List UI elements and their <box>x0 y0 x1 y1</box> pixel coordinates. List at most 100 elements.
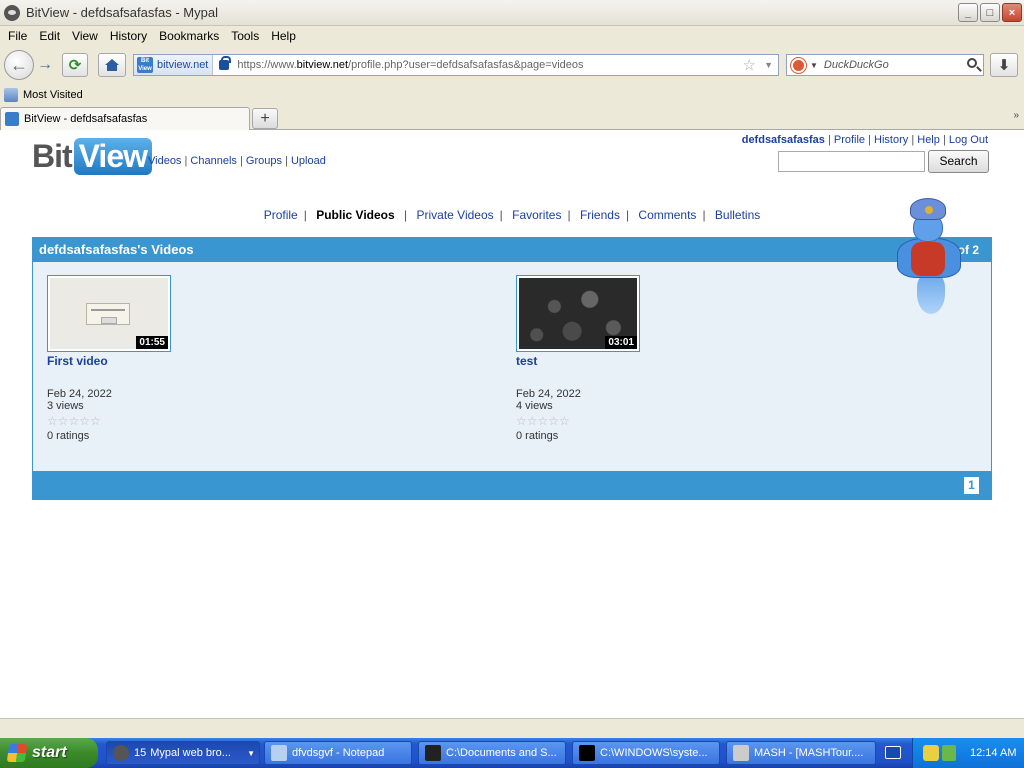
video-views: 4 views <box>516 400 553 412</box>
video-ratings: 0 ratings <box>47 430 90 442</box>
bitview-logo[interactable]: Bit View <box>32 134 152 178</box>
taskbar-item-mypal[interactable]: 15 Mypal web bro... ▼ <box>106 741 260 765</box>
windows-flag-icon <box>6 744 28 762</box>
videos-panel: defdsafsafasfas's Videos of 2 01:55 Firs… <box>32 237 992 500</box>
7zip-icon <box>425 745 441 761</box>
pager-page-1[interactable]: 1 <box>964 477 979 494</box>
menu-tools[interactable]: Tools <box>227 29 267 43</box>
start-button[interactable]: start <box>0 738 98 768</box>
search-icon[interactable] <box>967 58 977 68</box>
notepad-icon <box>271 745 287 761</box>
taskbar-item-cmd[interactable]: C:\WINDOWS\syste... <box>572 741 720 765</box>
back-arrow-icon: ← <box>10 54 28 75</box>
url-path: /profile.php?user=defdsafsafasfas&page=v… <box>348 59 584 71</box>
taskbar-item-notepad[interactable]: dfvdsgvf - Notepad <box>264 741 412 765</box>
command-prompt-icon <box>579 745 595 761</box>
nav-channels[interactable]: Channels <box>190 155 236 167</box>
logo-view: View <box>73 137 152 175</box>
reload-button[interactable]: ⟳ <box>62 53 88 77</box>
site-search-button[interactable]: Search <box>928 150 989 173</box>
nav-upload[interactable]: Upload <box>291 155 326 167</box>
video-title-link[interactable]: First video <box>47 354 267 368</box>
videos-header: defdsafsafasfas's Videos of 2 <box>33 238 991 262</box>
menu-file[interactable]: File <box>4 29 35 43</box>
most-visited-icon <box>4 88 18 102</box>
taskbar-item-7zip[interactable]: C:\Documents and S... <box>418 741 566 765</box>
rating-stars-icon: ☆☆☆☆☆ <box>516 414 570 428</box>
tab-bar: BitView - defdsafsafasfas + » <box>0 106 1024 130</box>
profile-tab-profile[interactable]: Profile <box>264 208 298 222</box>
user-nav-help[interactable]: Help <box>917 134 940 146</box>
profile-tab-favorites[interactable]: Favorites <box>512 208 561 222</box>
profile-tab-friends[interactable]: Friends <box>580 208 620 222</box>
task-group-count: 15 <box>134 747 147 759</box>
username-link[interactable]: defdsafsafasfas <box>742 134 825 146</box>
video-views: 3 views <box>47 400 84 412</box>
tab-bitview[interactable]: BitView - defdsafsafasfas <box>0 107 250 130</box>
video-item: 03:01 test Feb 24, 2022 4 views ☆☆☆☆☆ 0 … <box>516 275 736 442</box>
tray-star-icon[interactable] <box>923 745 939 761</box>
search-engine-dropdown-icon[interactable]: ▼ <box>810 61 818 70</box>
download-arrow-icon: ⬇ <box>997 57 1011 74</box>
lock-icon <box>219 56 232 70</box>
chevron-down-icon: ▼ <box>247 748 255 758</box>
search-placeholder: DuckDuckGo <box>823 59 889 71</box>
menu-history[interactable]: History <box>106 29 155 43</box>
home-button[interactable] <box>98 53 126 77</box>
genie-mascot-icon[interactable] <box>893 198 965 316</box>
video-thumbnail[interactable]: 01:55 <box>47 275 171 352</box>
nav-videos[interactable]: Videos <box>148 155 181 167</box>
home-icon <box>105 59 119 71</box>
back-button[interactable]: ← <box>4 50 34 80</box>
bookmark-star-icon[interactable]: ☆ <box>743 56 756 74</box>
user-nav-history[interactable]: History <box>874 134 908 146</box>
new-tab-button[interactable]: + <box>252 108 278 129</box>
user-nav-logout[interactable]: Log Out <box>949 134 988 146</box>
navigation-toolbar: ← → ⟳ Bit View bitview.net https://www.b… <box>0 46 1024 84</box>
nav-groups[interactable]: Groups <box>246 155 282 167</box>
url-domain: bitview.net <box>296 59 349 71</box>
forward-button[interactable]: → <box>34 55 56 75</box>
video-ratings: 0 ratings <box>516 430 559 442</box>
downloads-button[interactable]: ⬇ <box>990 53 1018 77</box>
profile-tabs: Profile | Public Videos | Private Videos |… <box>263 208 761 222</box>
task-label: C:\Documents and S... <box>446 747 557 759</box>
user-nav-profile[interactable]: Profile <box>834 134 865 146</box>
close-button[interactable]: × <box>1002 3 1022 22</box>
url-dropdown-icon[interactable]: ▼ <box>764 60 773 70</box>
status-bar <box>0 718 1024 738</box>
tab-list-button[interactable]: » <box>1013 110 1020 121</box>
site-search-input[interactable] <box>778 151 925 172</box>
bookmark-most-visited[interactable]: Most Visited <box>23 89 83 101</box>
videos-header-title: defdsafsafasfas's Videos <box>39 242 194 257</box>
menu-help[interactable]: Help <box>267 29 304 43</box>
profile-tab-comments[interactable]: Comments <box>638 208 696 222</box>
search-bar[interactable]: ▼ DuckDuckGo <box>786 54 984 76</box>
video-title-link[interactable]: test <box>516 354 736 368</box>
menu-view[interactable]: View <box>68 29 106 43</box>
site-identity-button[interactable]: Bit View bitview.net <box>134 55 214 75</box>
maximize-button[interactable]: □ <box>980 3 1000 22</box>
profile-tab-private-videos[interactable]: Private Videos <box>416 208 493 222</box>
bookmarks-toolbar: Most Visited <box>0 84 1024 106</box>
tab-favicon-icon <box>5 112 19 126</box>
tray-network-icon[interactable] <box>942 745 956 761</box>
mypal-app-icon <box>4 4 20 21</box>
task-label: dfvdsgvf - Notepad <box>292 747 385 759</box>
duckduckgo-icon[interactable] <box>791 57 806 73</box>
video-duration: 01:55 <box>136 336 168 349</box>
bitview-favicon-icon: Bit View <box>137 57 153 73</box>
minimize-button[interactable]: _ <box>958 3 978 22</box>
menu-bookmarks[interactable]: Bookmarks <box>155 29 227 43</box>
url-text[interactable]: https://www.bitview.net/profile.php?user… <box>237 59 583 71</box>
taskbar-item-mash[interactable]: MASH - [MASHTour.... <box>726 741 876 765</box>
url-bar[interactable]: Bit View bitview.net https://www.bitview… <box>133 54 779 76</box>
site-host-label: bitview.net <box>157 59 209 71</box>
user-nav: defdsafsafasfas | Profile | History | He… <box>741 134 988 146</box>
page-content: Bit View Videos | Channels | Groups | Up… <box>0 130 1024 718</box>
profile-tab-bulletins[interactable]: Bulletins <box>715 208 760 222</box>
keyboard-icon[interactable] <box>885 746 901 759</box>
menu-edit[interactable]: Edit <box>35 29 68 43</box>
video-thumbnail[interactable]: 03:01 <box>516 275 640 352</box>
video-item: 01:55 First video Feb 24, 2022 3 views ☆… <box>47 275 267 442</box>
